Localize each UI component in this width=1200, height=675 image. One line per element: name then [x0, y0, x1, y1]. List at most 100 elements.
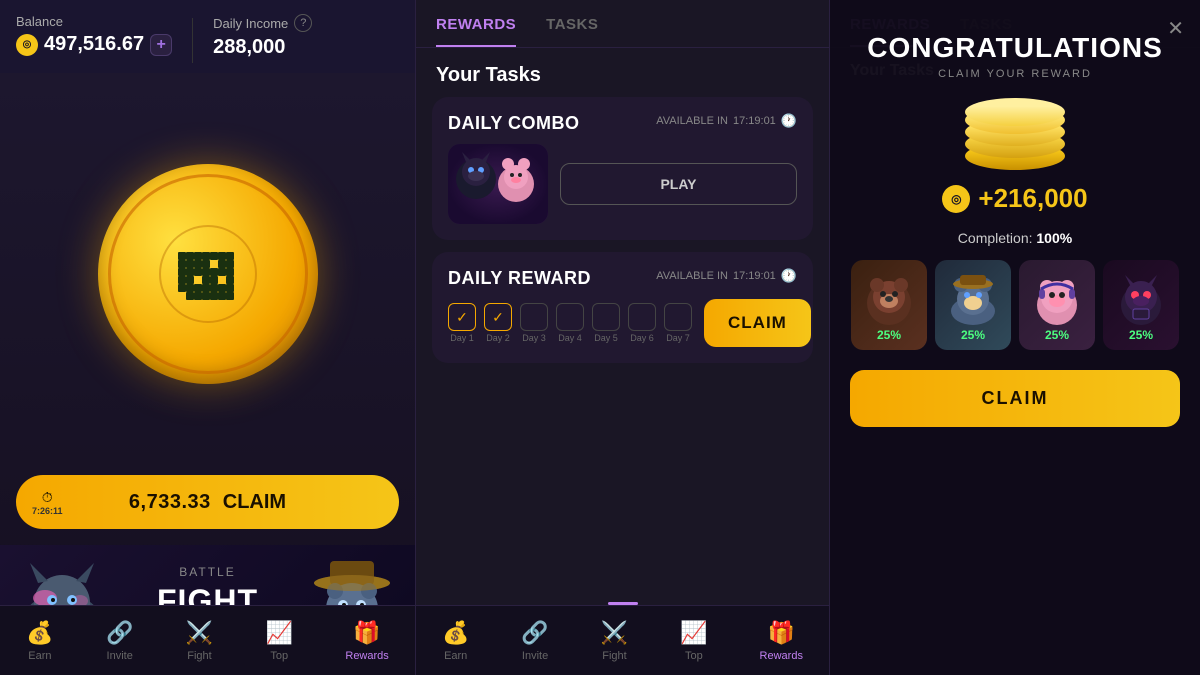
combo-play-button[interactable]: PLAY [560, 163, 797, 205]
nav-top[interactable]: 📈 Top [254, 612, 305, 670]
fox-pct: 25% [961, 328, 985, 342]
mid-nav-fight[interactable]: ⚔️ Fight [589, 612, 640, 670]
day-3-check [520, 303, 548, 331]
char-grid: 25% [851, 260, 1179, 350]
timer-value: 7:26:11 [32, 506, 63, 516]
combo-available-label: AVAILABLE IN [656, 115, 728, 127]
reward-header: DAILY REWARD AVAILABLE IN 17:19:01 🕐 [448, 268, 797, 289]
congrats-title: CONGRATULATIONS [867, 32, 1163, 64]
reward-clock-icon: 🕐 [781, 268, 797, 284]
congrats-subtitle: CLAIM YOUR REWARD [938, 68, 1092, 80]
bear-pct: 25% [877, 328, 901, 342]
battle-label-text: BATTLE [115, 565, 300, 579]
coin-area[interactable] [0, 73, 415, 475]
bottom-nav-left: 💰 Earn 🔗 Invite ⚔️ Fight 📈 Top 🎁 Rewards [0, 605, 415, 675]
balance-value-row: ◎ 497,516.67 + [16, 33, 172, 56]
bottom-nav-mid: 💰 Earn 🔗 Invite ⚔️ Fight 📈 Top 🎁 Rewards [416, 605, 829, 675]
add-balance-button[interactable]: + [150, 34, 172, 56]
completion-pct: 100% [1036, 230, 1072, 246]
mid-earn-icon: 💰 [442, 620, 469, 646]
pig-svg [1027, 271, 1087, 326]
left-panel: Balance ◎ 497,516.67 + Daily Income ? 28… [0, 0, 415, 675]
mid-nav-rewards[interactable]: 🎁 Rewards [748, 612, 815, 670]
day-6: Day 6 [628, 303, 656, 343]
combo-available: AVAILABLE IN 17:19:01 🕐 [656, 113, 797, 129]
day-6-check [628, 303, 656, 331]
reward-content: ✓ Day 1 ✓ Day 2 Day 3 Day 4 [448, 299, 797, 347]
day-6-label: Day 6 [630, 333, 654, 343]
middle-panel: REWARDS TASKS Your Tasks DAILY COMBO AVA… [415, 0, 830, 675]
reward-available: AVAILABLE IN 17:19:01 🕐 [656, 268, 797, 284]
bear-svg [859, 271, 919, 326]
day-1-check: ✓ [448, 303, 476, 331]
coin-ring [108, 174, 308, 374]
main-coin[interactable] [98, 164, 318, 384]
top-label: Top [270, 650, 288, 662]
mid-top-label: Top [685, 650, 703, 662]
combo-content: PLAY [448, 144, 797, 224]
earn-label: Earn [28, 650, 51, 662]
reward-coin-icon: ◎ [942, 185, 970, 213]
earn-icon: 💰 [26, 620, 53, 646]
day-4: Day 4 [556, 303, 584, 343]
final-claim-button[interactable]: CLAIM [850, 370, 1180, 427]
divider [192, 18, 193, 63]
mid-earn-label: Earn [444, 650, 467, 662]
day-1: ✓ Day 1 [448, 303, 476, 343]
mid-invite-icon: 🔗 [521, 620, 548, 646]
balance-coin-icon: ◎ [16, 34, 38, 56]
day-3-label: Day 3 [522, 333, 546, 343]
char-card-pig: 25% [1019, 260, 1095, 350]
top-icon: 📈 [266, 620, 293, 646]
claim-bar[interactable]: ⏱ 7:26:11 6,733.33 CLAIM [16, 475, 399, 529]
invite-label: Invite [107, 650, 133, 662]
char-card-fox: 25% [935, 260, 1011, 350]
balance-section: Balance ◎ 497,516.67 + [16, 14, 172, 56]
day-2-check: ✓ [484, 303, 512, 331]
pig-area [1019, 268, 1095, 328]
tab-tasks[interactable]: TASKS [546, 16, 598, 47]
day-7-label: Day 7 [666, 333, 690, 343]
nav-rewards[interactable]: 🎁 Rewards [333, 612, 400, 670]
combo-header: DAILY COMBO AVAILABLE IN 17:19:01 🕐 [448, 113, 797, 134]
dark-svg [1111, 271, 1171, 326]
fox-area [935, 268, 1011, 328]
reward-claim-button[interactable]: CLAIM [704, 299, 811, 347]
reward-available-label: AVAILABLE IN [656, 270, 728, 282]
pig-pct: 25% [1045, 328, 1069, 342]
reward-amount-row: ◎ +216,000 [942, 183, 1087, 214]
tab-rewards[interactable]: REWARDS [436, 16, 516, 47]
day-5-label: Day 5 [594, 333, 618, 343]
char-card-bear: 25% [851, 260, 927, 350]
combo-clock-icon: 🕐 [781, 113, 797, 129]
day-5: Day 5 [592, 303, 620, 343]
nav-invite[interactable]: 🔗 Invite [94, 612, 145, 670]
right-panel: REWARDS TASKS Your Tasks ✕ CONGRATULATIO… [830, 0, 1200, 675]
rewards-icon: 🎁 [353, 620, 380, 646]
reward-amount-value: +216,000 [978, 183, 1087, 214]
middle-tab-bar: REWARDS TASKS [416, 0, 829, 48]
claim-label: CLAIM [223, 491, 286, 514]
balance-amount: 497,516.67 [44, 33, 144, 56]
combo-chars [448, 144, 548, 224]
nav-earn[interactable]: 💰 Earn [14, 612, 65, 670]
mid-nav-top[interactable]: 📈 Top [668, 612, 719, 670]
mid-nav-earn[interactable]: 💰 Earn [430, 612, 481, 670]
close-button[interactable]: ✕ [1167, 16, 1184, 41]
fox-svg2 [943, 271, 1003, 326]
daily-reward-card: DAILY REWARD AVAILABLE IN 17:19:01 🕐 ✓ D… [432, 252, 813, 363]
balance-label: Balance [16, 14, 172, 29]
coin-layer-5 [965, 98, 1065, 126]
char-card-dark: 25% [1103, 260, 1179, 350]
coins-visual [960, 98, 1070, 173]
bear-area [851, 268, 927, 328]
daily-section: Daily Income ? 288,000 [213, 14, 312, 59]
help-icon[interactable]: ? [294, 14, 312, 32]
completion-label: Completion: [958, 230, 1033, 246]
completion-text: Completion: 100% [958, 230, 1072, 246]
daily-combo-card: DAILY COMBO AVAILABLE IN 17:19:01 🕐 [432, 97, 813, 240]
nav-fight[interactable]: ⚔️ Fight [174, 612, 225, 670]
reward-time: 17:19:01 [733, 270, 776, 282]
day-2: ✓ Day 2 [484, 303, 512, 343]
mid-nav-invite[interactable]: 🔗 Invite [509, 612, 560, 670]
